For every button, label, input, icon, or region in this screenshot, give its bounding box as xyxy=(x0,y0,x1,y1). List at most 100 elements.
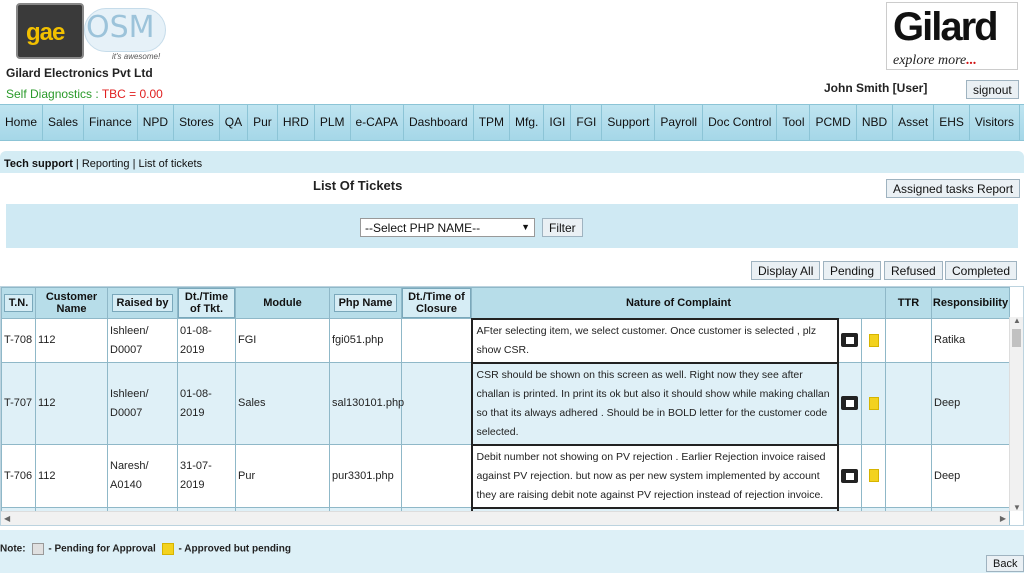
osm-tagline: it's awesome! xyxy=(112,52,161,61)
nav-item-pcmd[interactable]: PCMD xyxy=(810,105,857,140)
cell-closure xyxy=(401,362,472,445)
cell-tn: T-706 xyxy=(1,444,36,508)
nav-item-stores[interactable]: Stores xyxy=(174,105,220,140)
diag-value[interactable]: TBC = 0.00 xyxy=(102,87,163,101)
nav-item-sales[interactable]: Sales xyxy=(43,105,85,140)
nav-item-igi[interactable]: IGI xyxy=(544,105,572,140)
refused-button[interactable]: Refused xyxy=(884,261,943,280)
cell-raised-by: Ishleen/ D0007 xyxy=(107,318,178,363)
nav-item-npd[interactable]: NPD xyxy=(138,105,175,140)
cell-customer: 112 xyxy=(35,444,108,508)
gae-logo: gae xyxy=(16,3,84,59)
tickets-grid: T.N. Customer Name Raised by Dt./Time of… xyxy=(0,286,1024,526)
nav-item-mfg[interactable]: Mfg. xyxy=(510,105,545,140)
nav-item-tpm[interactable]: TPM xyxy=(474,105,511,140)
col-header-customer: Customer Name xyxy=(35,287,108,319)
open-window-icon[interactable] xyxy=(841,333,859,348)
approved-swatch-icon xyxy=(161,543,174,555)
nav-item-payroll[interactable]: Payroll xyxy=(655,105,704,140)
cell-status xyxy=(861,318,886,363)
col-header-dt-tkt[interactable]: Dt./Time of Tkt. xyxy=(177,287,236,319)
chevron-down-icon: ▼ xyxy=(521,222,530,232)
gilard-logo-text: Gilard xyxy=(893,5,999,49)
col-header-tn[interactable]: T.N. xyxy=(1,287,36,319)
open-window-icon[interactable] xyxy=(841,396,859,411)
tickets-table: T.N. Customer Name Raised by Dt./Time of… xyxy=(1,287,1010,525)
gae-logo-text: gae xyxy=(26,19,65,46)
cell-status xyxy=(861,362,886,445)
cell-module: Pur xyxy=(235,444,330,508)
pending-button[interactable]: Pending xyxy=(823,261,882,280)
filter-bar: --Select PHP NAME-- ▼ Filter xyxy=(6,204,1018,248)
scroll-down-icon[interactable]: ▼ xyxy=(1013,503,1021,512)
scroll-left-icon[interactable]: ◀ xyxy=(4,514,10,523)
open-window-icon[interactable] xyxy=(841,468,859,483)
nav-item-doc-control[interactable]: Doc Control xyxy=(703,105,778,140)
table-row[interactable]: T-708 112 Ishleen/ D0007 01-08-2019 FGI fgi05… xyxy=(1,317,1010,364)
cell-ttr xyxy=(885,444,932,508)
assigned-tasks-report-button[interactable]: Assigned tasks Report xyxy=(886,179,1021,198)
nav-item-support[interactable]: Support xyxy=(602,105,656,140)
cell-responsibility: Deep xyxy=(931,362,1010,445)
cell-responsibility: Deep xyxy=(931,444,1010,508)
nav-item-tool[interactable]: Tool xyxy=(777,105,811,140)
scroll-up-icon[interactable]: ▲ xyxy=(1013,316,1021,325)
nav-item-hrd[interactable]: HRD xyxy=(278,105,315,140)
nav-item-visitors[interactable]: Visitors xyxy=(970,105,1020,140)
cell-php: sal130101.php xyxy=(329,362,404,445)
col-header-php[interactable]: Php Name xyxy=(329,287,402,319)
breadcrumb-rest: | Reporting | List of tickets xyxy=(72,158,203,170)
self-diagnostics: Self Diagnostics : TBC = 0.00 xyxy=(6,87,163,101)
col-header-dt-closure[interactable]: Dt./Time of Closure xyxy=(401,287,472,319)
cell-ttr xyxy=(885,362,932,445)
col-header-raised-by[interactable]: Raised by xyxy=(107,287,178,319)
breadcrumb: Tech support | Reporting | List of ticke… xyxy=(0,151,1024,173)
nav-item-home[interactable]: Home xyxy=(0,105,44,140)
sort-dt-tkt-button[interactable]: Dt./Time of Tkt. xyxy=(178,288,235,318)
col-header-nature: Nature of Complaint xyxy=(471,287,886,319)
nav-item-asset[interactable]: Asset xyxy=(893,105,935,140)
osm-logo-text: OSM xyxy=(86,10,155,45)
display-all-button[interactable]: Display All xyxy=(751,261,821,280)
nav-item-e-capa[interactable]: e-CAPA xyxy=(351,105,404,140)
nav-item-plm[interactable]: PLM xyxy=(315,105,351,140)
cell-closure xyxy=(401,444,472,508)
back-button[interactable]: Back xyxy=(986,555,1024,572)
approved-status-icon xyxy=(868,396,879,410)
table-row[interactable]: T-706 112 Naresh/ A0140 31-07-2019 Pur pur330… xyxy=(1,443,1010,509)
nav-item-fgi[interactable]: FGI xyxy=(571,105,603,140)
nav-item-qa[interactable]: QA xyxy=(220,105,249,140)
nav-item-finance[interactable]: Finance xyxy=(84,105,138,140)
nav-item-nbd[interactable]: NBD xyxy=(857,105,894,140)
sort-dt-closure-button[interactable]: Dt./Time of Closure xyxy=(402,288,471,318)
scroll-right-icon[interactable]: ▶ xyxy=(1000,514,1006,523)
cell-tn: T-708 xyxy=(1,318,36,363)
cell-action xyxy=(837,444,862,508)
col-header-module: Module xyxy=(235,287,330,319)
gilard-tagline-text: explore more xyxy=(893,53,967,68)
completed-button[interactable]: Completed xyxy=(945,261,1018,280)
gilard-logo: Gilard explore more... xyxy=(886,2,1018,70)
table-row[interactable]: T-707 112 Ishleen/ D0007 01-08-2019 Sales sal… xyxy=(1,361,1010,446)
cell-raised-by: Ishleen/ D0007 xyxy=(107,362,178,445)
php-name-select[interactable]: --Select PHP NAME-- ▼ xyxy=(360,218,535,237)
sort-tn-button[interactable]: T.N. xyxy=(3,294,34,312)
breadcrumb-tech-support[interactable]: Tech support xyxy=(4,158,73,170)
sort-raised-by-button[interactable]: Raised by xyxy=(111,294,174,312)
cell-action xyxy=(837,362,862,445)
current-user: John Smith [User] xyxy=(824,81,928,95)
nav-item-ehs[interactable]: EHS xyxy=(934,105,970,140)
signout-button[interactable]: signout xyxy=(966,80,1019,99)
page-title: List Of Tickets xyxy=(313,178,403,193)
nav-item-pur[interactable]: Pur xyxy=(248,105,278,140)
cell-date: 01-08-2019 xyxy=(177,318,236,363)
sort-php-button[interactable]: Php Name xyxy=(333,294,398,312)
horizontal-scrollbar[interactable]: ◀ ▶ xyxy=(1,511,1009,525)
cell-closure xyxy=(401,318,472,363)
php-name-select-value: --Select PHP NAME-- xyxy=(365,221,481,235)
scroll-thumb[interactable] xyxy=(1012,329,1021,347)
cell-php: fgi051.php xyxy=(329,318,402,363)
filter-button[interactable]: Filter xyxy=(542,218,583,237)
nav-item-dashboard[interactable]: Dashboard xyxy=(404,105,474,140)
vertical-scrollbar[interactable]: ▲ ▼ xyxy=(1009,316,1023,512)
